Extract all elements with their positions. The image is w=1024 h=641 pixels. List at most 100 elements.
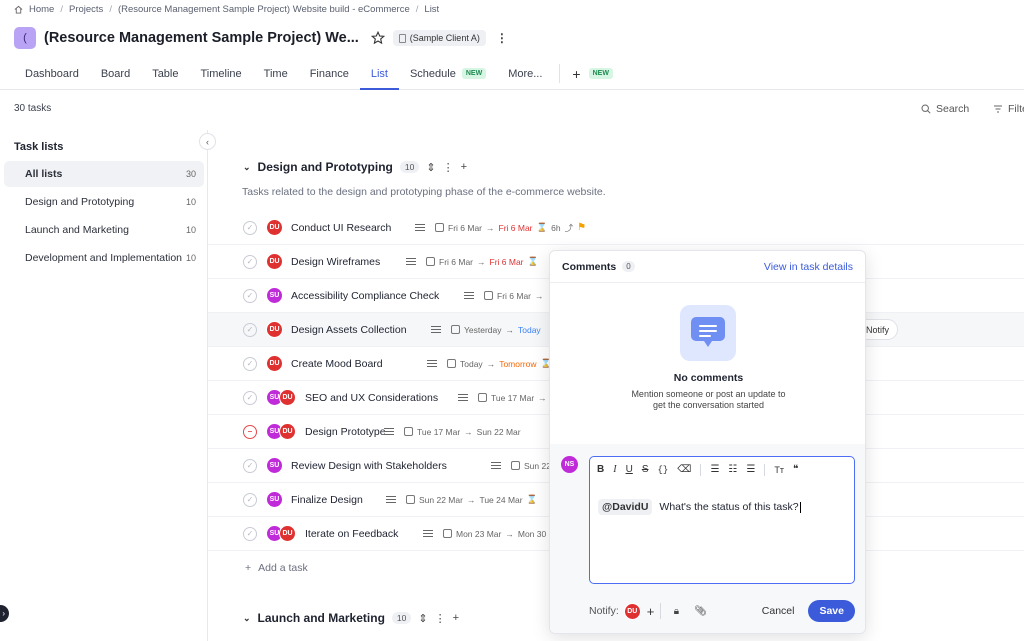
text-size-icon[interactable]: Tт (774, 465, 784, 475)
quote-icon[interactable]: ❝ (793, 464, 798, 475)
filter-button[interactable]: Filter (993, 103, 1024, 115)
numbered-list-icon[interactable]: ☷ (728, 464, 737, 475)
save-button[interactable]: Save (808, 600, 855, 622)
start-date[interactable]: Fri 6 Mar (497, 291, 531, 301)
mention-chip[interactable]: @DavidU (598, 499, 653, 515)
start-date[interactable]: Sun 22 Mar (419, 495, 463, 505)
client-badge[interactable]: (Sample Client A) (392, 30, 486, 46)
underline-icon[interactable]: U (626, 464, 633, 475)
task-name[interactable]: Create Mood Board (291, 358, 383, 370)
bullet-list-icon[interactable]: ☰ (710, 464, 719, 475)
checklist-icon[interactable]: ☰ (746, 464, 755, 475)
assignees[interactable]: SU (266, 287, 283, 304)
breadcrumb-home[interactable]: Home (29, 4, 54, 15)
flag-icon[interactable]: ⚑ (577, 222, 586, 233)
tab-list[interactable]: List (359, 58, 400, 90)
tab-finance[interactable]: Finance (299, 58, 360, 89)
strikethrough-icon[interactable]: S (642, 464, 649, 475)
sidebar-item-design-and-prototyping[interactable]: Design and Prototyping 10 (4, 189, 204, 215)
page-title[interactable]: (Resource Management Sample Project) We.… (44, 30, 359, 46)
avatar[interactable]: DU (623, 602, 641, 620)
chevron-down-icon[interactable]: ⌄ (243, 613, 251, 624)
italic-icon[interactable]: I (613, 464, 616, 475)
complete-checkbox[interactable]: ✓ (243, 390, 257, 405)
lock-icon[interactable]: 🔒︎ (669, 606, 683, 617)
task-name[interactable]: Design Assets Collection (291, 324, 407, 336)
table-row[interactable]: ✓ DU Conduct UI Research Fri 6 Mar → Fri 6… (208, 211, 1024, 245)
due-date[interactable]: Tomorrow (499, 359, 536, 369)
assignees[interactable]: DU (266, 321, 283, 338)
search-button[interactable]: Search (921, 103, 969, 115)
task-name[interactable]: SEO and UX Considerations (305, 392, 438, 404)
collapse-all-icon[interactable]: ⇕ (418, 612, 427, 625)
due-date[interactable]: Fri 6 Mar (499, 223, 533, 233)
tab-dashboard[interactable]: Dashboard (14, 58, 90, 89)
start-date[interactable]: Today (460, 359, 483, 369)
attachment-icon[interactable]: 📎︎ (693, 606, 707, 617)
task-name[interactable]: Iterate on Feedback (305, 528, 398, 540)
complete-checkbox[interactable]: ✓ (243, 322, 257, 337)
complete-checkbox[interactable]: ✓ (243, 458, 257, 473)
assignees[interactable]: DU (266, 219, 283, 236)
assignees[interactable]: DU (266, 253, 283, 270)
assignees[interactable]: SU DU (266, 389, 296, 406)
collapse-sidebar-button[interactable]: ‹ (199, 133, 216, 150)
group-name[interactable]: Launch and Marketing (258, 611, 385, 625)
task-name[interactable]: Design Wireframes (291, 256, 380, 268)
tab-time[interactable]: Time (253, 58, 299, 89)
bold-icon[interactable]: B (597, 464, 604, 475)
add-task-icon[interactable]: + (461, 161, 467, 173)
estimate[interactable]: 6h (551, 223, 560, 233)
task-name[interactable]: Finalize Design (291, 494, 363, 506)
due-date[interactable]: Today (518, 325, 541, 335)
collapse-all-icon[interactable]: ⇕ (426, 161, 435, 174)
assignees[interactable]: SU DU (266, 423, 296, 440)
blocked-status-icon[interactable]: – (243, 424, 257, 439)
add-notify-icon[interactable]: + (647, 604, 655, 619)
breadcrumb-projects[interactable]: Projects (69, 4, 103, 15)
start-date[interactable]: Yesterday (464, 325, 502, 335)
complete-checkbox[interactable]: ✓ (243, 492, 257, 507)
tab-more[interactable]: More... (497, 58, 553, 89)
due-date[interactable]: Fri 6 Mar (490, 257, 524, 267)
start-date[interactable]: Fri 6 Mar (439, 257, 473, 267)
complete-checkbox[interactable]: ✓ (243, 254, 257, 269)
assignees[interactable]: DU (266, 355, 283, 372)
sidebar-item-launch-and-marketing[interactable]: Launch and Marketing 10 (4, 217, 204, 243)
start-date[interactable]: Mon 23 Mar (456, 529, 501, 539)
complete-checkbox[interactable]: ✓ (243, 220, 257, 235)
add-task-icon[interactable]: + (453, 612, 459, 624)
start-date[interactable]: Tue 17 Mar (491, 393, 534, 403)
due-date[interactable]: Tue 24 Mar (479, 495, 522, 505)
start-date[interactable]: Tue 17 Mar (417, 427, 460, 437)
tab-board[interactable]: Board (90, 58, 141, 89)
star-icon[interactable] (370, 31, 385, 45)
complete-checkbox[interactable]: ✓ (243, 288, 257, 303)
code-icon[interactable]: {} (657, 465, 668, 475)
task-name[interactable]: Accessibility Compliance Check (291, 290, 439, 302)
task-name[interactable]: Conduct UI Research (291, 222, 391, 234)
complete-checkbox[interactable]: ✓ (243, 526, 257, 541)
comment-editor[interactable]: B I U S {} ⌫ ☰ ☷ ☰ Tт ❝ @DavidU What's t… (589, 456, 855, 584)
start-date[interactable]: Fri 6 Mar (448, 223, 482, 233)
add-view-button[interactable]: + NEW (566, 58, 619, 89)
due-date[interactable]: Sun 22 Mar (477, 427, 521, 437)
assignees[interactable]: SU (266, 457, 283, 474)
tab-timeline[interactable]: Timeline (189, 58, 252, 89)
breadcrumb-project[interactable]: (Resource Management Sample Project) Web… (118, 4, 410, 15)
due-date[interactable]: Mon 30 (518, 529, 546, 539)
add-task-button[interactable]: + Add a task (245, 562, 308, 574)
sidebar-item-all-lists[interactable]: All lists 30 (4, 161, 204, 187)
task-name[interactable]: Review Design with Stakeholders (291, 460, 447, 472)
chevron-down-icon[interactable]: ⌄ (243, 162, 251, 173)
view-in-task-details-link[interactable]: View in task details (764, 261, 853, 273)
complete-checkbox[interactable]: ✓ (243, 356, 257, 371)
group-name[interactable]: Design and Prototyping (258, 160, 393, 174)
more-options-icon[interactable]: ⋮ (435, 612, 446, 625)
task-name[interactable]: Design Prototype (305, 426, 386, 438)
more-options-icon[interactable]: ⋮ (496, 31, 508, 45)
assignees[interactable]: SU DU (266, 525, 296, 542)
tab-table[interactable]: Table (141, 58, 189, 89)
sidebar-item-development-and-implementation[interactable]: Development and Implementation 10 (4, 245, 204, 271)
more-options-icon[interactable]: ⋮ (443, 161, 454, 174)
